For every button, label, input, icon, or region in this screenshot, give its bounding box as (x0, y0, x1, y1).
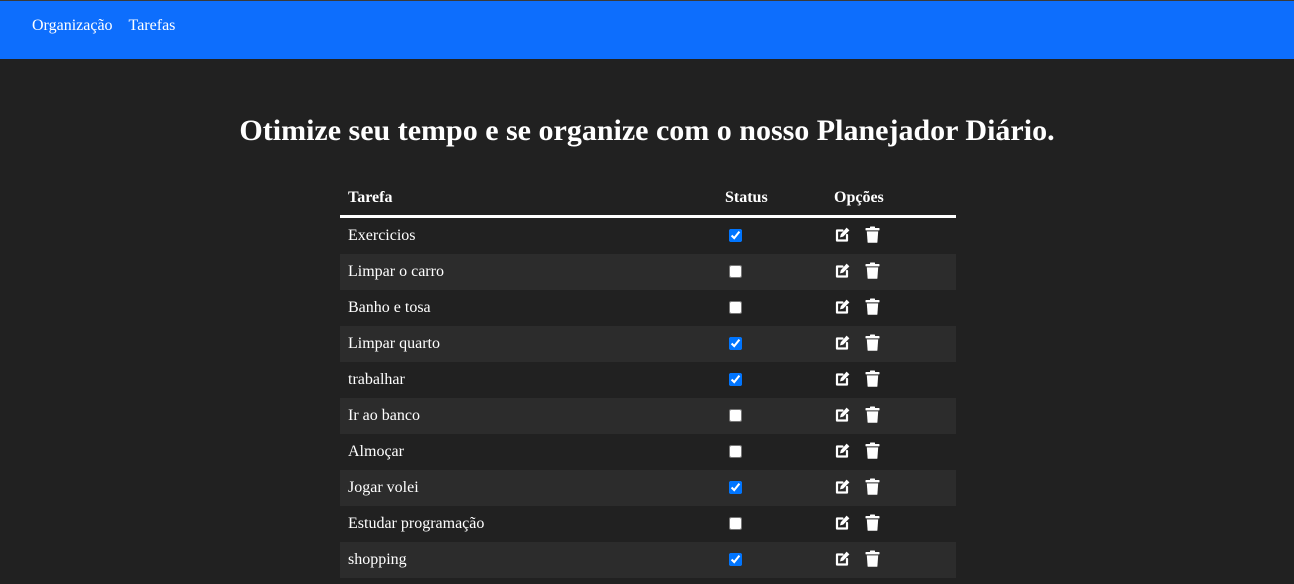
table-row: Ir ao banco (340, 398, 956, 434)
task-status-checkbox[interactable] (729, 337, 742, 350)
task-options (834, 442, 882, 460)
edit-icon[interactable] (834, 442, 851, 460)
edit-icon[interactable] (834, 334, 851, 352)
trash-icon[interactable] (865, 334, 882, 352)
table-row: Jogar volei (340, 470, 956, 506)
task-name: Limpar o carro (348, 263, 444, 280)
trash-icon[interactable] (865, 442, 882, 460)
trash-icon[interactable] (865, 406, 882, 424)
task-options (834, 478, 882, 496)
edit-icon[interactable] (834, 550, 851, 568)
task-status-checkbox[interactable] (729, 553, 742, 566)
nav-link-tarefas[interactable]: Tarefas (129, 17, 176, 35)
task-status-checkbox[interactable] (729, 445, 742, 458)
task-options (834, 550, 882, 568)
task-name: Estudar programação (348, 515, 485, 532)
table-row: Limpar o carro (340, 254, 956, 290)
edit-icon[interactable] (834, 370, 851, 388)
task-options (834, 226, 882, 244)
edit-icon[interactable] (834, 478, 851, 496)
task-name: Banho e tosa (348, 299, 431, 316)
task-name: trabalhar (348, 371, 405, 388)
task-options (834, 370, 882, 388)
task-status-checkbox[interactable] (729, 517, 742, 530)
edit-icon[interactable] (834, 514, 851, 532)
task-options (834, 262, 882, 280)
task-status-checkbox[interactable] (729, 301, 742, 314)
trash-icon[interactable] (865, 514, 882, 532)
edit-icon[interactable] (834, 406, 851, 424)
table-body: Exercicios Limpar o carro Banho e tosa Limp… (340, 218, 956, 578)
table-row: Exercicios (340, 218, 956, 254)
table-header: Tarefa Status Opções (340, 180, 956, 218)
trash-icon[interactable] (865, 550, 882, 568)
task-name: Limpar quarto (348, 335, 440, 352)
table-row: shopping (340, 542, 956, 578)
trash-icon[interactable] (865, 370, 882, 388)
tasks-table: Tarefa Status Opções Exercicios Limpar o … (340, 180, 956, 578)
edit-icon[interactable] (834, 262, 851, 280)
table-row: Almoçar (340, 434, 956, 470)
task-options (834, 298, 882, 316)
table-row: Banho e tosa (340, 290, 956, 326)
header-status: Status (725, 189, 768, 206)
trash-icon[interactable] (865, 298, 882, 316)
top-navbar: Organização Tarefas (0, 0, 1294, 59)
task-status-checkbox[interactable] (729, 409, 742, 422)
task-options (834, 406, 882, 424)
task-status-checkbox[interactable] (729, 481, 742, 494)
trash-icon[interactable] (865, 262, 882, 280)
task-name: Jogar volei (348, 479, 419, 496)
edit-icon[interactable] (834, 226, 851, 244)
trash-icon[interactable] (865, 226, 882, 244)
page-headline: Otimize seu tempo e se organize com o no… (239, 114, 1055, 147)
task-status-checkbox[interactable] (729, 229, 742, 242)
header-task: Tarefa (348, 189, 393, 206)
edit-icon[interactable] (834, 298, 851, 316)
nav-links: Organização Tarefas (32, 17, 175, 35)
nav-link-organizacao[interactable]: Organização (32, 17, 113, 35)
task-name: shopping (348, 551, 407, 568)
task-status-checkbox[interactable] (729, 265, 742, 278)
trash-icon[interactable] (865, 478, 882, 496)
task-name: Exercicios (348, 227, 416, 244)
table-row: trabalhar (340, 362, 956, 398)
table-row: Estudar programação (340, 506, 956, 542)
task-name: Ir ao banco (348, 407, 420, 424)
header-options: Opções (834, 189, 884, 206)
task-name: Almoçar (348, 443, 404, 460)
table-row: Limpar quarto (340, 326, 956, 362)
task-options (834, 514, 882, 532)
task-status-checkbox[interactable] (729, 373, 742, 386)
task-options (834, 334, 882, 352)
